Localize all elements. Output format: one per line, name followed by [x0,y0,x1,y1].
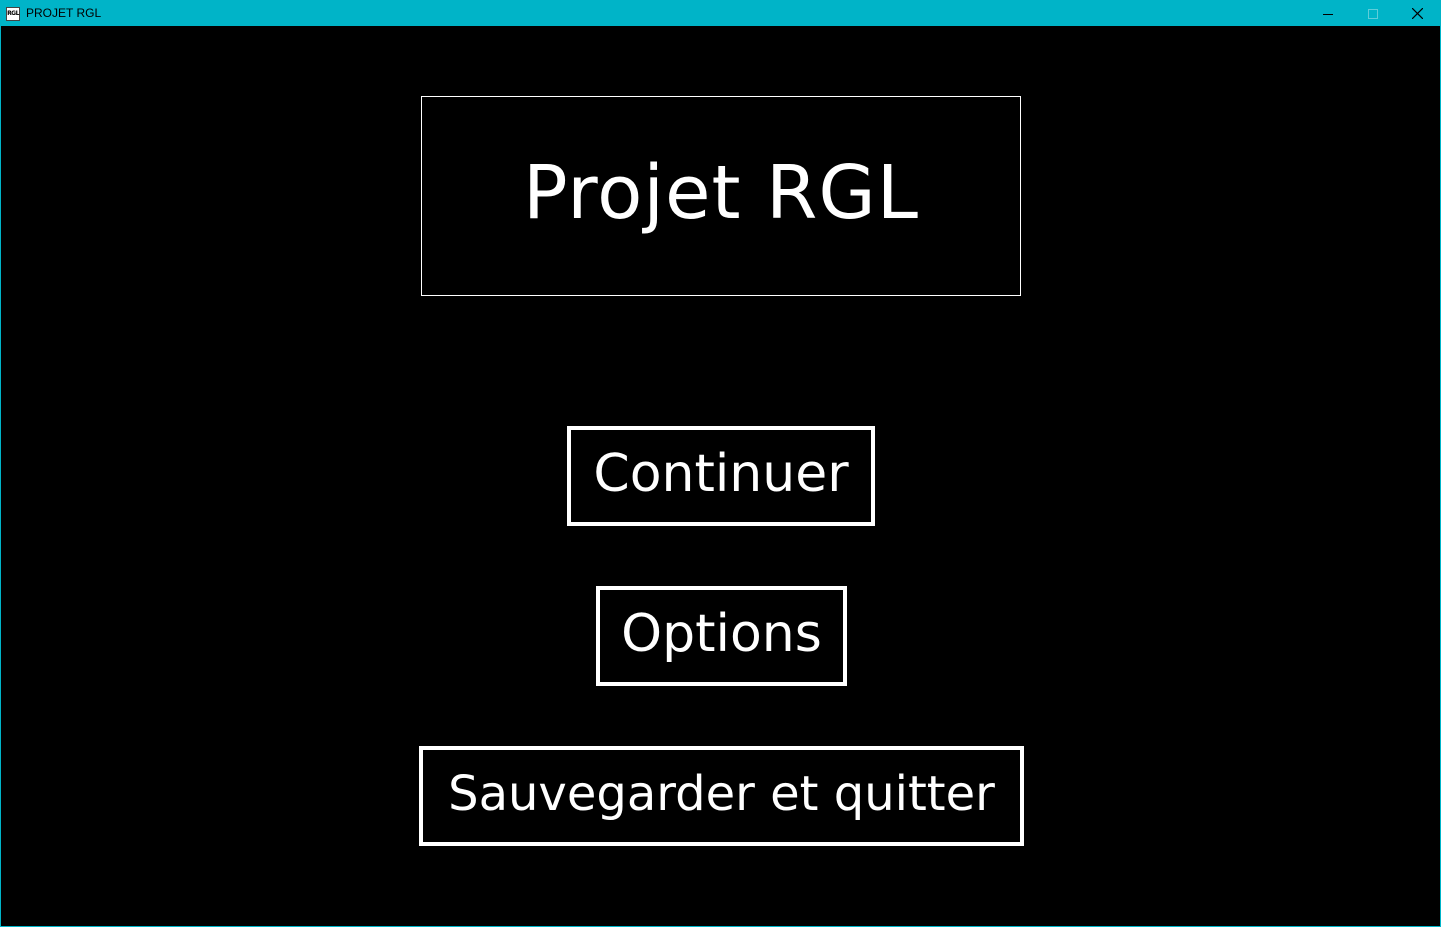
title-bar[interactable]: RGL PROJET RGL [1,1,1440,26]
game-window: RGL PROJET RGL Projet RGL Continuer Opti… [0,0,1441,927]
game-title: Projet RGL [522,150,919,236]
window-title: PROJET RGL [26,6,102,20]
close-icon [1412,8,1423,19]
app-icon: RGL [6,7,20,21]
save-and-quit-button[interactable]: Sauvegarder et quitter [419,746,1024,846]
minimize-button[interactable] [1305,1,1350,26]
save-and-quit-button-label: Sauvegarder et quitter [448,766,995,822]
continue-button-label: Continuer [593,444,849,504]
maximize-icon [1367,8,1378,19]
minimize-icon [1322,13,1333,15]
maximize-button[interactable] [1350,1,1395,26]
game-title-box: Projet RGL [421,96,1021,296]
options-button-label: Options [621,604,822,664]
game-canvas: Projet RGL Continuer Options Sauvegarder… [1,26,1440,926]
continue-button[interactable]: Continuer [567,426,875,526]
options-button[interactable]: Options [596,586,847,686]
close-button[interactable] [1395,1,1440,26]
